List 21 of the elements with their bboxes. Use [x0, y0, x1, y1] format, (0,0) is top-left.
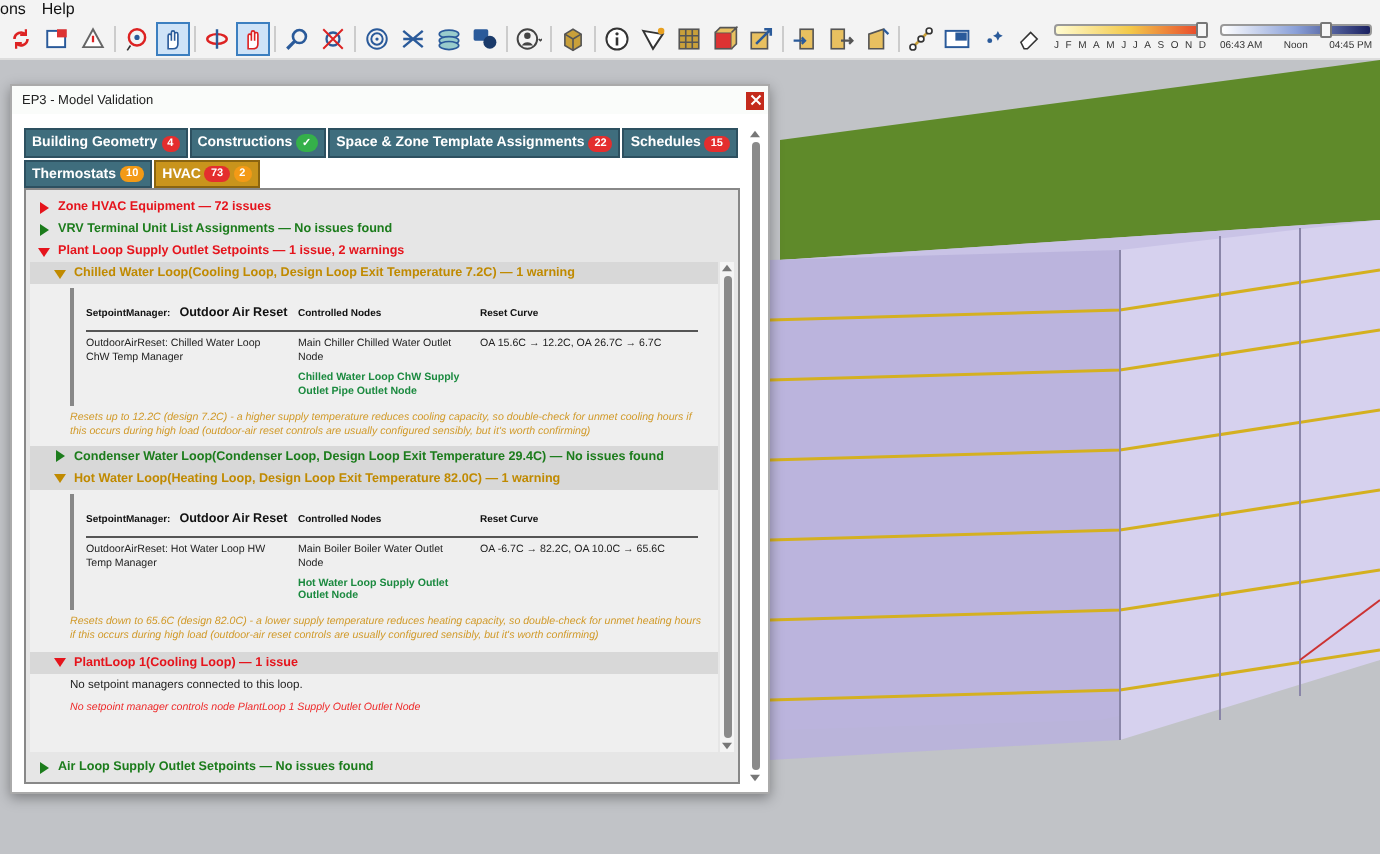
menu-item[interactable]: Help: [41, 0, 75, 18]
collapsed-icon: [54, 450, 66, 463]
scroll-up-icon[interactable]: [750, 130, 760, 138]
time-slider[interactable]: [1220, 24, 1372, 36]
scroll-down-icon[interactable]: [722, 742, 732, 750]
info-icon[interactable]: [600, 21, 634, 55]
scrollbar[interactable]: [748, 128, 762, 784]
cube-icon[interactable]: [708, 21, 742, 55]
hand-icon[interactable]: [236, 21, 270, 55]
scroll-up-icon[interactable]: [722, 264, 732, 272]
hand-icon[interactable]: [156, 21, 190, 55]
expanded-icon: [54, 472, 66, 485]
expanded-icon: [54, 656, 66, 669]
menu-item[interactable]: ons: [0, 0, 26, 18]
close-button[interactable]: [746, 91, 764, 109]
node-line-icon[interactable]: [904, 21, 938, 55]
scrollbar[interactable]: [720, 262, 734, 752]
month-slider[interactable]: [1054, 24, 1206, 36]
collapsed-icon: [38, 761, 50, 773]
scroll-down-icon[interactable]: [750, 774, 760, 782]
close-icon: [749, 94, 761, 106]
